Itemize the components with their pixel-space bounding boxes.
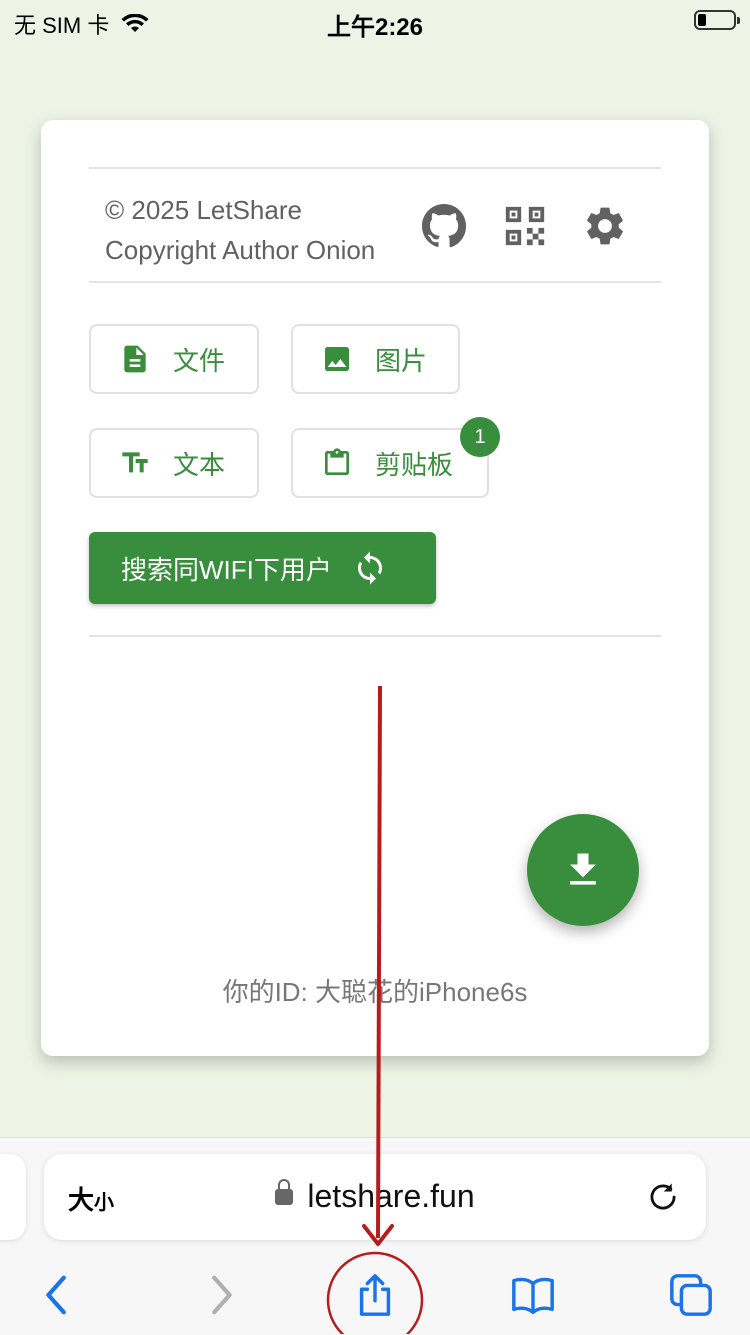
url-text: letshare.fun — [307, 1178, 475, 1214]
forward-icon — [212, 1275, 232, 1315]
reload-icon[interactable] — [644, 1178, 682, 1216]
browser-bottom-bar: 大小 letshare.fun — [0, 1137, 750, 1335]
text-button[interactable]: 文本 — [89, 428, 259, 498]
divider-mid — [89, 281, 661, 283]
copyright-block: © 2025 LetShare Copyright Author Onion — [105, 190, 375, 270]
author-text: Copyright Author Onion — [105, 235, 376, 265]
copyright-text: © 2025 LetShare — [105, 195, 302, 225]
file-icon — [119, 343, 151, 375]
forward-button[interactable] — [195, 1270, 245, 1320]
clipboard-count-badge: 1 — [460, 417, 500, 457]
settings-gear-icon[interactable] — [581, 202, 629, 250]
search-wifi-users-label: 搜索同WIFI下用户 — [121, 554, 332, 585]
bookmarks-icon — [512, 1277, 554, 1314]
download-icon — [570, 853, 596, 885]
previous-tab-preview[interactable] — [0, 1154, 26, 1240]
sync-icon — [357, 551, 382, 585]
image-icon — [321, 343, 353, 375]
divider-top — [89, 167, 661, 169]
download-fab[interactable] — [527, 814, 639, 926]
search-wifi-users-button[interactable]: 搜索同WIFI下用户 — [89, 532, 436, 604]
main-card: © 2025 LetShare Copyright Author Onion 文… — [41, 120, 709, 1056]
tabs-icon — [670, 1274, 712, 1316]
address-bar[interactable]: 大小 letshare.fun — [44, 1154, 706, 1240]
file-button-label: 文件 — [173, 345, 226, 376]
github-icon[interactable] — [420, 202, 468, 250]
image-button-label: 图片 — [375, 345, 428, 376]
lock-icon — [275, 1179, 294, 1205]
tabs-button[interactable] — [666, 1270, 716, 1320]
qrcode-icon[interactable] — [501, 202, 549, 250]
back-button[interactable] — [33, 1270, 83, 1320]
back-icon — [46, 1275, 66, 1315]
text-icon — [119, 447, 151, 479]
file-button[interactable]: 文件 — [89, 324, 259, 394]
image-button[interactable]: 图片 — [291, 324, 460, 394]
divider-bottom — [89, 635, 661, 637]
url-display[interactable]: letshare.fun — [44, 1178, 706, 1215]
share-button[interactable] — [350, 1270, 400, 1320]
share-icon — [359, 1274, 391, 1316]
battery-icon — [694, 10, 740, 30]
text-button-label: 文本 — [173, 449, 226, 480]
clipboard-icon — [321, 447, 353, 479]
clipboard-button-label: 剪贴板 — [375, 449, 454, 480]
status-bar: 无 SIM 卡 上午2:26 — [0, 0, 750, 44]
bookmarks-button[interactable] — [508, 1270, 558, 1320]
status-time: 上午2:26 — [326, 14, 424, 41]
my-device-id: 你的ID: 大聪花的iPhone6s — [222, 977, 528, 1007]
